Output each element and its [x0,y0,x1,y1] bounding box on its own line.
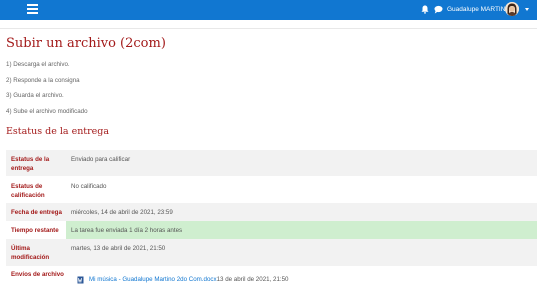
table-row: Fecha de entrega miércoles, 14 de abril … [6,203,537,221]
instruction-step-1: 1) Descarga el archivo. [6,61,70,68]
row-label-due-date: Fecha de entrega [11,209,62,216]
table-row: Estatus de la entrega Enviado para calif… [6,150,537,176]
user-name[interactable]: Guadalupe MARTINO [447,4,510,16]
instruction-step-3: 3) Guarda el archivo. [6,92,64,99]
row-value-last-modified: martes, 13 de abril de 2021, 21:50 [71,245,166,252]
row-label-last-modified: Última modificación [11,245,50,261]
hamburger-menu-icon[interactable] [27,4,39,16]
row-value-time-remaining: La tarea fue enviada 1 día 2 horas antes [71,227,183,234]
divider [0,28,537,29]
row-value-due-date: miércoles, 14 de abril de 2021, 23:59 [71,209,173,216]
user-avatar-icon [505,2,519,16]
instruction-step-2: 2) Responde a la consigna [6,77,80,84]
row-label-time-remaining: Tiempo restante [11,227,59,234]
top-navbar: Guadalupe MARTINO [0,0,537,20]
bell-icon[interactable] [421,5,429,14]
avatar[interactable] [505,2,519,16]
row-label-status: Estatus de la entrega [11,156,50,172]
page-title: Subir un archivo (2com) [6,36,166,51]
instruction-step-4: 4) Sube el archivo modificado [6,108,88,115]
row-label-grading: Estatus de calificación [11,183,45,199]
submitted-file: Mi música - Guadalupe Martino 2do Com.do… [89,276,289,283]
file-date: 13 de abril de 2021, 21:50 [216,276,289,283]
table-row: Última modificación martes, 13 de abril … [6,239,537,266]
row-label-file-submissions: Envíos de archivo [11,271,64,278]
row-value-status: Enviado para calificar [71,156,131,163]
file-name-link[interactable]: Mi música - Guadalupe Martino 2do Com.do… [89,276,217,283]
word-document-icon [77,276,84,284]
table-row: Estatus de calificación No calificado [6,176,537,203]
user-menu-chevron-down-icon[interactable] [525,8,529,11]
table-row: Tiempo restante La tarea fue enviada 1 d… [6,221,537,239]
row-value-grading: No calificado [71,183,107,190]
section-title: Estatus de la entrega [6,126,110,137]
chat-icon[interactable] [434,5,443,14]
